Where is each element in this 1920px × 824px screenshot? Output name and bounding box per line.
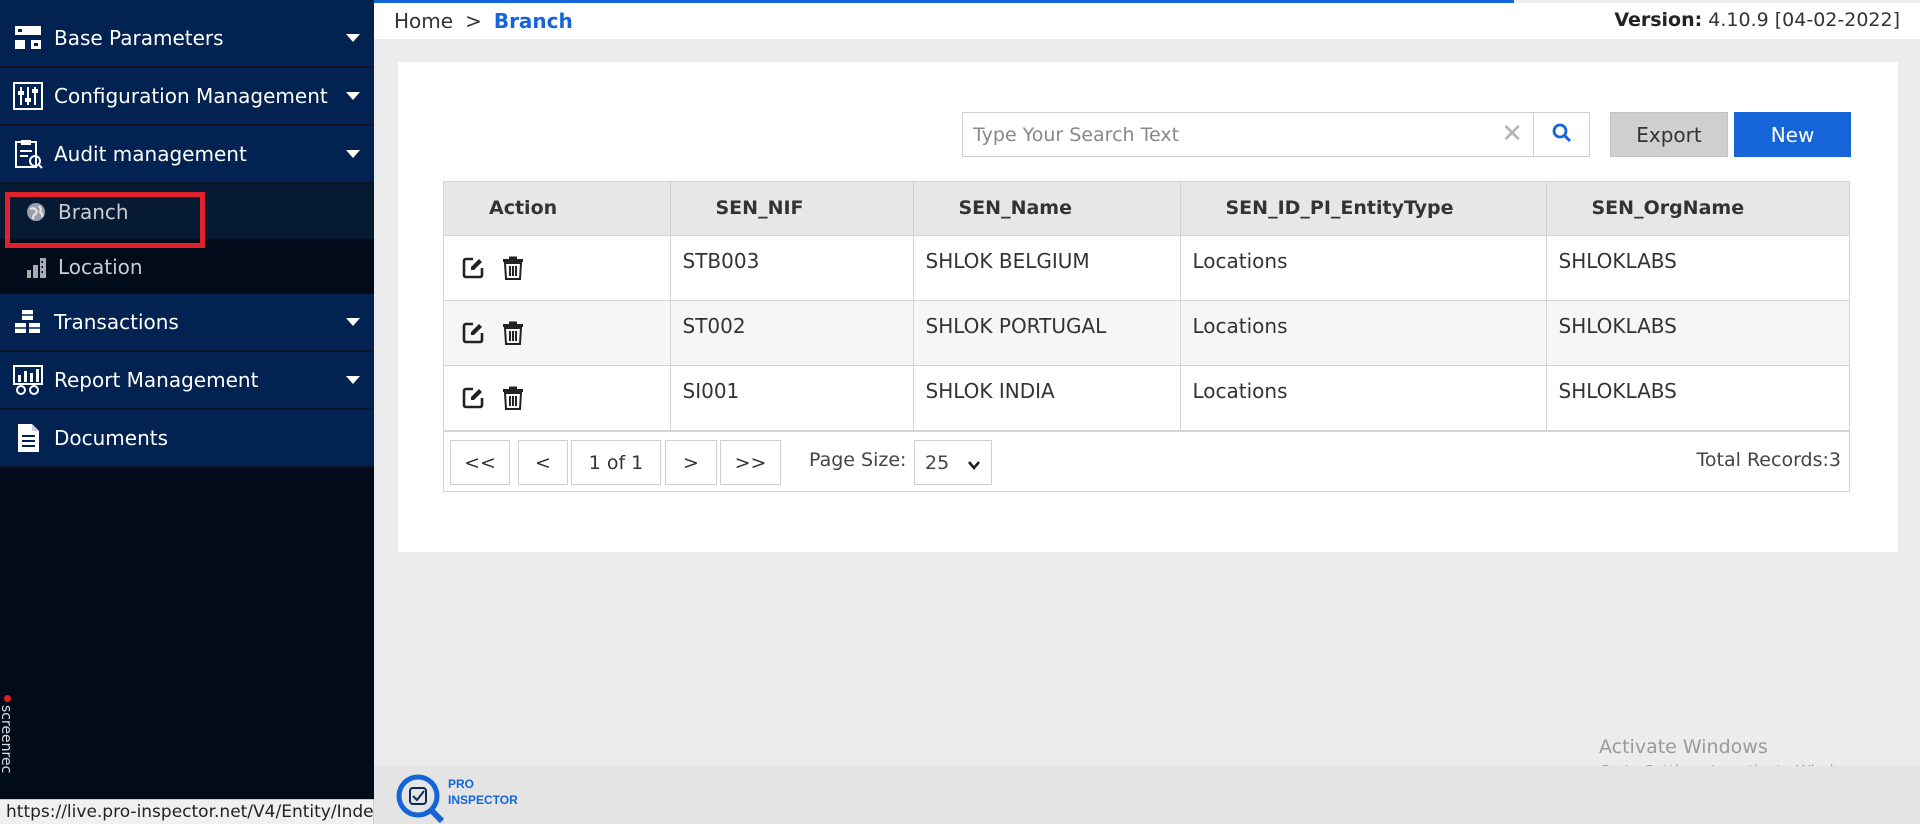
clear-search-icon[interactable]: ✕ bbox=[1501, 120, 1523, 148]
sidebar-item-report-management[interactable]: Report Management bbox=[0, 352, 374, 410]
cell-sen-nif: STB003 bbox=[670, 234, 914, 300]
new-button[interactable]: New bbox=[1734, 112, 1851, 157]
delete-icon[interactable] bbox=[500, 255, 526, 281]
chevron-down-icon bbox=[967, 455, 981, 477]
table-row: STB003 SHLOK BELGIUM Locations SHLOKLABS bbox=[444, 234, 1849, 300]
sidebar-item-label: Configuration Management bbox=[54, 84, 328, 108]
column-header-org-name[interactable]: SEN_OrgName bbox=[1546, 182, 1849, 235]
sliders-icon bbox=[12, 80, 44, 112]
content-card: ✕ Export New Action SEN_NIF SEN_Name SEN… bbox=[398, 62, 1898, 552]
cell-sen-nif: ST002 bbox=[670, 299, 914, 365]
chevron-down-icon bbox=[346, 376, 360, 384]
cell-sen-name: SHLOK INDIA bbox=[913, 364, 1181, 430]
sidebar-subitem-location[interactable]: Location bbox=[0, 239, 374, 294]
record-dot-icon bbox=[4, 695, 11, 702]
logo-text-inspector: INSPECTOR bbox=[448, 793, 518, 807]
total-records: Total Records:3 bbox=[1696, 449, 1841, 471]
action-cell bbox=[444, 234, 671, 300]
sidebar-top-strip bbox=[0, 0, 374, 10]
cubes-icon bbox=[12, 306, 44, 338]
sidebar-item-label: Base Parameters bbox=[54, 26, 224, 50]
globe-icon bbox=[24, 200, 48, 224]
sidebar: Base Parameters Configuration Management… bbox=[0, 0, 374, 824]
sidebar-subitem-label: Branch bbox=[58, 199, 129, 224]
search-icon bbox=[1552, 123, 1572, 147]
logo-text-pro: PRO bbox=[448, 777, 474, 791]
breadcrumb-current: Branch bbox=[493, 9, 573, 33]
sidebar-item-label: Report Management bbox=[54, 368, 259, 392]
version-info: Version: 4.10.9 [04-02-2022] bbox=[1614, 9, 1900, 31]
table-header-row: Action SEN_NIF SEN_Name SEN_ID_PI_Entity… bbox=[444, 182, 1849, 235]
version-label: Version: bbox=[1614, 9, 1703, 31]
table-row: ST002 SHLOK PORTUGAL Locations SHLOKLABS bbox=[444, 299, 1849, 365]
sidebar-item-documents[interactable]: Documents bbox=[0, 410, 374, 468]
edit-icon[interactable] bbox=[460, 320, 486, 346]
page-size-select[interactable]: 25 bbox=[914, 440, 992, 485]
column-header-sen-nif[interactable]: SEN_NIF bbox=[670, 182, 914, 235]
delete-icon[interactable] bbox=[500, 385, 526, 411]
breadcrumb-home[interactable]: Home bbox=[394, 9, 453, 33]
action-cell bbox=[444, 364, 671, 430]
top-bar: Home > Branch Version: 4.10.9 [04-02-202… bbox=[374, 3, 1920, 39]
chevron-down-icon bbox=[346, 34, 360, 42]
sidebar-item-label: Documents bbox=[54, 426, 169, 450]
sidebar-subitem-label: Location bbox=[58, 254, 143, 279]
page-indicator: 1 of 1 bbox=[571, 440, 661, 485]
export-button[interactable]: Export bbox=[1610, 112, 1728, 157]
breadcrumb-separator: > bbox=[465, 9, 482, 33]
column-header-action: Action bbox=[444, 182, 671, 235]
sidebar-item-transactions[interactable]: Transactions bbox=[0, 294, 374, 352]
cell-org-name: SHLOKLABS bbox=[1546, 364, 1849, 430]
edit-icon[interactable] bbox=[460, 255, 486, 281]
cell-org-name: SHLOKLABS bbox=[1546, 299, 1849, 365]
pro-inspector-logo: PRO INSPECTOR bbox=[396, 772, 536, 824]
delete-icon[interactable] bbox=[500, 320, 526, 346]
sidebar-item-configuration-management[interactable]: Configuration Management bbox=[0, 68, 374, 126]
search-input[interactable] bbox=[973, 113, 1493, 156]
next-page-button[interactable]: > bbox=[665, 440, 717, 485]
cell-entity-type: Locations bbox=[1180, 364, 1547, 430]
status-bar-url: https://live.pro-inspector.net/V4/Entity… bbox=[0, 799, 374, 824]
sidebar-subitem-branch[interactable]: Branch bbox=[0, 184, 374, 239]
cell-sen-name: SHLOK BELGIUM bbox=[913, 234, 1181, 300]
chevron-down-icon bbox=[346, 318, 360, 326]
chevron-down-icon bbox=[346, 92, 360, 100]
cell-entity-type: Locations bbox=[1180, 299, 1547, 365]
hierarchy-icon bbox=[12, 22, 44, 54]
building-icon bbox=[24, 255, 48, 279]
page-size-label: Page Size: bbox=[809, 449, 907, 471]
pagination-bar: << < 1 of 1 > >> Page Size: 25 Total Rec… bbox=[443, 430, 1850, 492]
version-value: 4.10.9 [04-02-2022] bbox=[1708, 9, 1900, 31]
sidebar-item-audit-management[interactable]: Audit management bbox=[0, 126, 374, 184]
footer: PRO INSPECTOR bbox=[374, 766, 1920, 824]
action-cell bbox=[444, 299, 671, 365]
last-page-button[interactable]: >> bbox=[720, 440, 781, 485]
column-header-entity-type[interactable]: SEN_ID_PI_EntityType bbox=[1180, 182, 1547, 235]
breadcrumb: Home > Branch bbox=[394, 9, 573, 33]
screenrec-label: screenrec bbox=[0, 705, 14, 774]
search-button[interactable] bbox=[1533, 112, 1590, 157]
data-table: Action SEN_NIF SEN_Name SEN_ID_PI_Entity… bbox=[443, 181, 1850, 431]
screenrec-watermark: screenrec bbox=[0, 695, 16, 795]
edit-icon[interactable] bbox=[460, 385, 486, 411]
sidebar-item-label: Audit management bbox=[54, 142, 247, 166]
sidebar-item-label: Transactions bbox=[54, 310, 179, 334]
table-row: SI001 SHLOK INDIA Locations SHLOKLABS bbox=[444, 364, 1849, 430]
chevron-down-icon bbox=[346, 150, 360, 158]
document-icon bbox=[12, 422, 44, 454]
search-box: ✕ bbox=[962, 112, 1534, 157]
cell-sen-nif: SI001 bbox=[670, 364, 914, 430]
cell-sen-name: SHLOK PORTUGAL bbox=[913, 299, 1181, 365]
activate-windows-title: Activate Windows bbox=[1599, 736, 1768, 758]
column-header-sen-name[interactable]: SEN_Name bbox=[913, 182, 1181, 235]
sidebar-item-base-parameters[interactable]: Base Parameters bbox=[0, 10, 374, 68]
first-page-button[interactable]: << bbox=[450, 440, 510, 485]
cell-entity-type: Locations bbox=[1180, 234, 1547, 300]
clipboard-icon bbox=[12, 138, 44, 170]
page-size-value: 25 bbox=[925, 451, 950, 474]
report-icon bbox=[12, 364, 44, 396]
prev-page-button[interactable]: < bbox=[518, 440, 568, 485]
cell-org-name: SHLOKLABS bbox=[1546, 234, 1849, 300]
